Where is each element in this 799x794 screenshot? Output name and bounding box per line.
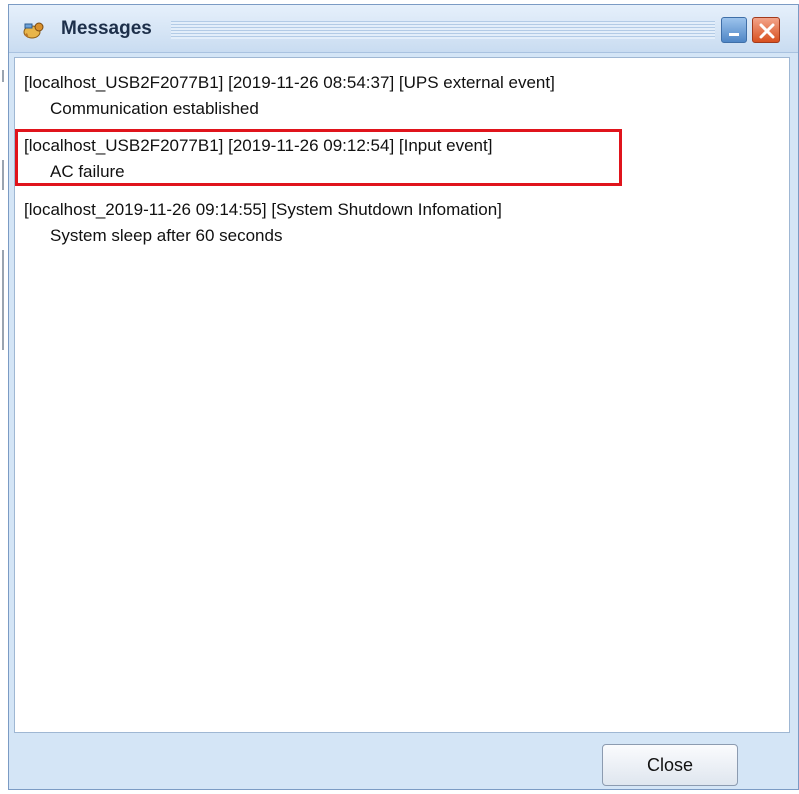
message-header: [localhost_USB2F2077B1] [2019-11-26 08:5… [24, 73, 555, 92]
background-mark [2, 160, 4, 190]
message-body: AC failure [50, 162, 125, 181]
window-close-button[interactable] [752, 17, 780, 43]
message-list[interactable]: [localhost_USB2F2077B1] [2019-11-26 08:5… [14, 57, 790, 733]
background-mark [2, 250, 4, 350]
minimize-icon [729, 33, 739, 36]
message-header: [localhost_USB2F2077B1] [2019-11-26 09:1… [24, 136, 493, 155]
messages-app-icon [21, 19, 47, 41]
close-button[interactable]: Close [602, 744, 738, 786]
close-x-icon [759, 23, 775, 39]
message-item: [localhost_2019-11-26 09:14:55] [System … [24, 197, 764, 249]
message-header: [localhost_2019-11-26 09:14:55] [System … [24, 200, 502, 219]
message-body: Communication established [50, 99, 259, 118]
title-bar-grip [171, 21, 715, 39]
background-window-edge [0, 0, 8, 794]
dialog-footer: Close [9, 735, 798, 789]
message-item-highlighted: [localhost_USB2F2077B1] [2019-11-26 09:1… [24, 133, 764, 185]
message-body: System sleep after 60 seconds [50, 226, 283, 245]
background-mark [2, 70, 4, 82]
messages-dialog: Messages [localhost_USB2F2077B1] [2019-1… [8, 4, 799, 790]
minimize-button[interactable] [721, 17, 747, 43]
screen: Messages [localhost_USB2F2077B1] [2019-1… [0, 0, 799, 794]
message-item: [localhost_USB2F2077B1] [2019-11-26 08:5… [24, 70, 764, 122]
window-title: Messages [61, 18, 152, 39]
title-bar[interactable]: Messages [9, 5, 798, 53]
